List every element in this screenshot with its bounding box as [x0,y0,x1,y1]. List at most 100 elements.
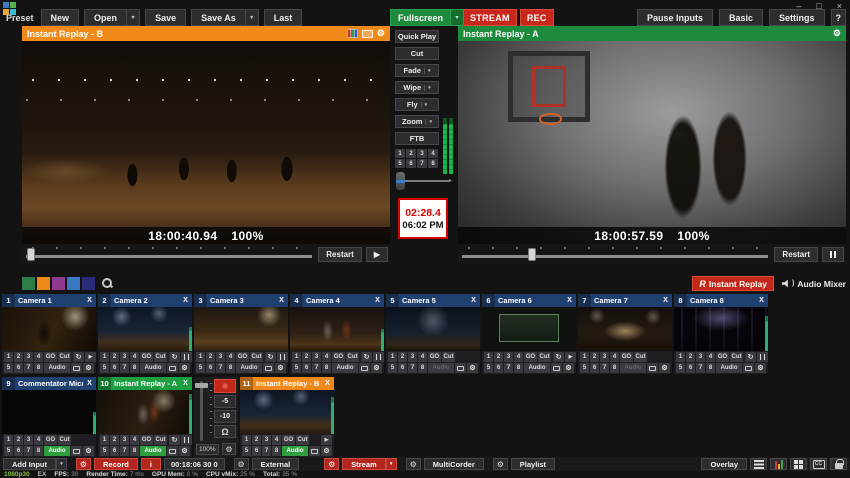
close-input-button[interactable]: X [83,297,96,304]
stinger-number-3[interactable]: 3 [417,149,427,158]
stream-dropdown-button[interactable]: ▾ [386,458,397,470]
input-2-button[interactable]: 2 [302,352,311,362]
close-input-button[interactable]: X [563,297,576,304]
close-input-button[interactable]: X [659,297,672,304]
input-title-bar[interactable]: 7Camera 7X [578,294,672,307]
input-6-button[interactable]: 6 [110,363,119,373]
input-thumbnail[interactable] [240,390,334,434]
monitor-icon[interactable] [71,363,82,373]
input-4-button[interactable]: 4 [610,352,619,362]
input-title-bar[interactable]: 11Instant Replay - BX [240,377,334,390]
input-1-button[interactable]: 1 [676,352,685,362]
preview-seek-track[interactable] [24,244,314,264]
playlist-settings-gear-icon[interactable]: ⚙ [493,458,508,470]
stinger-number-5[interactable]: 5 [395,159,405,168]
input-8-button[interactable]: 8 [130,363,139,373]
input-8-button[interactable]: 8 [226,363,235,373]
program-video[interactable]: 18:00:57.59 100% [458,41,846,244]
category-swatch-3[interactable] [52,277,65,290]
input-cut-button[interactable]: Cut [346,352,359,362]
open-button[interactable]: Open [84,9,127,26]
input-3-button[interactable]: 3 [262,435,271,445]
list-view-button[interactable] [750,458,767,470]
help-button[interactable]: ? [831,9,847,26]
input-5-button[interactable]: 5 [196,363,205,373]
category-swatch-1[interactable] [22,277,35,290]
input-6-button[interactable]: 6 [14,363,23,373]
multicorder-settings-gear-icon[interactable]: ⚙ [406,458,421,470]
input-4-button[interactable]: 4 [226,352,235,362]
input-cut-button[interactable]: Cut [442,352,455,362]
input-title-bar[interactable]: 4Camera 4X [290,294,384,307]
input-go-button[interactable]: GO [44,352,57,362]
input-2-button[interactable]: 2 [110,352,119,362]
input-7-button[interactable]: 7 [504,363,513,373]
input-7-button[interactable]: 7 [24,446,33,456]
input-2-button[interactable]: 2 [252,435,261,445]
input-cut-button[interactable]: Cut [58,435,71,445]
input-7-button[interactable]: 7 [696,363,705,373]
input-6-button[interactable]: 6 [14,446,23,456]
program-restart-button[interactable]: Restart [774,247,818,262]
input-thumbnail[interactable] [578,307,672,351]
play-icon[interactable]: ▶ [85,352,96,362]
category-swatch-5[interactable] [82,277,95,290]
close-input-button[interactable]: X [275,297,288,304]
input-3-button[interactable]: 3 [504,352,513,362]
stream-settings-gear-icon[interactable]: ⚙ [324,458,339,470]
input-audio-button[interactable]: Audio [44,363,70,373]
input-go-button[interactable]: GO [332,352,345,362]
gear-icon[interactable]: ⚙ [179,363,190,373]
input-4-button[interactable]: 4 [272,435,281,445]
input-title-bar[interactable]: 3Camera 3X [194,294,288,307]
input-thumbnail[interactable] [194,307,288,351]
preview-play-button[interactable]: ▶ [366,247,388,262]
close-input-button[interactable]: X [321,380,334,387]
input-cut-button[interactable]: Cut [154,352,167,362]
loop-icon[interactable]: ↻ [553,352,564,362]
save-button[interactable]: Save [145,9,186,26]
chevron-down-icon[interactable]: ▾ [424,85,431,91]
gear-icon[interactable]: ⚙ [377,29,385,38]
gear-icon[interactable]: ⚙ [83,446,94,456]
record-info-button[interactable]: i [141,458,161,470]
input-1-button[interactable]: 1 [388,352,397,362]
monitor-icon[interactable] [71,446,82,456]
input-1-button[interactable]: 1 [242,435,251,445]
transition-wipe-button[interactable]: Wipe▾ [395,81,439,94]
input-thumbnail[interactable] [2,390,96,434]
input-8-button[interactable]: 8 [706,363,715,373]
input-5-button[interactable]: 5 [100,363,109,373]
input-cut-button[interactable]: Cut [730,352,743,362]
stinger-number-6[interactable]: 6 [406,159,416,168]
input-title-bar[interactable]: 1Camera 1X [2,294,96,307]
monitor-icon[interactable] [309,446,320,456]
input-cut-button[interactable]: Cut [58,352,71,362]
input-1-button[interactable]: 1 [196,352,205,362]
play-icon[interactable]: ▶ [321,435,332,445]
input-5-button[interactable]: 5 [4,446,13,456]
input-3-button[interactable]: 3 [120,435,129,445]
input-go-button[interactable]: GO [140,435,153,445]
input-1-button[interactable]: 1 [100,435,109,445]
input-2-button[interactable]: 2 [206,352,215,362]
input-8-button[interactable]: 8 [34,363,43,373]
transition-t-bar[interactable]: ▸ [396,172,452,190]
input-2-button[interactable]: 2 [590,352,599,362]
input-audio-button[interactable]: Audio [332,363,358,373]
lock-button[interactable] [830,458,847,470]
gear-icon[interactable]: ⚙ [467,363,478,373]
fader-handle[interactable] [195,383,208,388]
gear-icon[interactable]: ⚙ [563,363,574,373]
input-go-button[interactable]: GO [140,352,153,362]
stinger-number-7[interactable]: 7 [417,159,427,168]
input-thumbnail[interactable] [674,307,768,351]
input-title-bar[interactable]: 8Camera 8X [674,294,768,307]
input-audio-button[interactable]: Audio [44,446,70,456]
monitor-icon[interactable] [455,363,466,373]
audio-mixer-button[interactable]: ) Audio Mixer [782,279,846,289]
input-audio-button[interactable]: Audio [140,446,166,456]
input-go-button[interactable]: GO [236,352,249,362]
input-cut-button[interactable]: Cut [250,352,263,362]
gear-icon[interactable]: ⚙ [659,363,670,373]
